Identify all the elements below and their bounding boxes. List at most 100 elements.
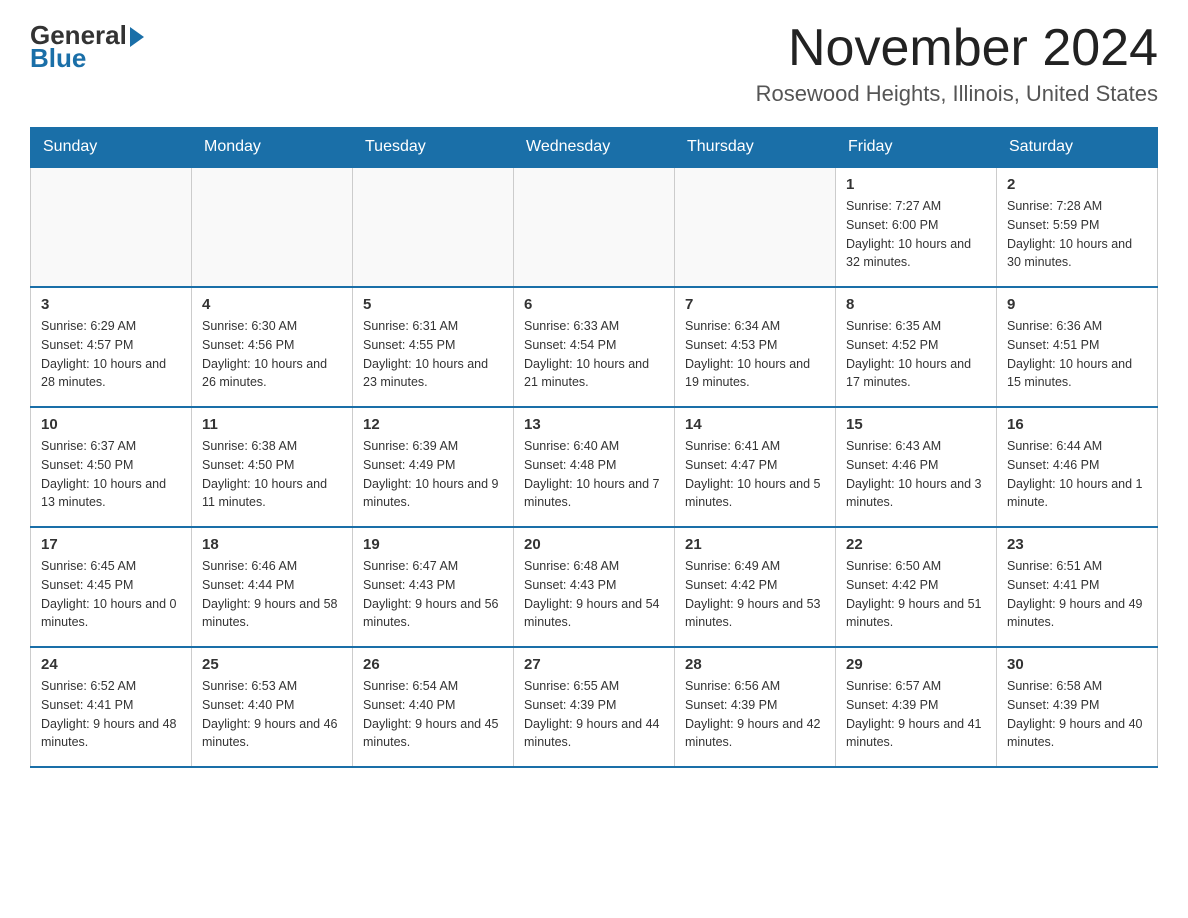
day-info: Sunrise: 6:52 AM Sunset: 4:41 PM Dayligh… <box>41 677 181 752</box>
day-info: Sunrise: 6:38 AM Sunset: 4:50 PM Dayligh… <box>202 437 342 512</box>
calendar-week-4: 17 Sunrise: 6:45 AM Sunset: 4:45 PM Dayli… <box>31 527 1158 647</box>
calendar-cell: 19 Sunrise: 6:47 AM Sunset: 4:43 PM Dayli… <box>353 527 514 647</box>
logo-blue-text: Blue <box>30 43 86 74</box>
calendar-cell: 25Sunrise: 6:53 AM Sunset: 4:40 PM Dayli… <box>192 647 353 767</box>
day-number: 4 <box>202 296 342 313</box>
day-info: Sunrise: 6:54 AM Sunset: 4:40 PM Dayligh… <box>363 677 503 752</box>
day-number: 26 <box>363 656 503 673</box>
calendar-cell: 3Sunrise: 6:29 AM Sunset: 4:57 PM Daylig… <box>31 287 192 407</box>
day-info: Sunrise: 6:56 AM Sunset: 4:39 PM Dayligh… <box>685 677 825 752</box>
day-info: Sunrise: 6:43 AM Sunset: 4:46 PM Dayligh… <box>846 437 986 512</box>
day-number: 2 <box>1007 176 1147 193</box>
calendar-cell: 29 Sunrise: 6:57 AM Sunset: 4:39 PM Dayli… <box>836 647 997 767</box>
calendar-week-3: 10 Sunrise: 6:37 AM Sunset: 4:50 PM Dayli… <box>31 407 1158 527</box>
calendar-cell: 13 Sunrise: 6:40 AM Sunset: 4:48 PM Dayli… <box>514 407 675 527</box>
day-number: 12 <box>363 416 503 433</box>
day-number: 8 <box>846 296 986 313</box>
day-info: Sunrise: 6:30 AM Sunset: 4:56 PM Dayligh… <box>202 317 342 392</box>
weekday-header-friday: Friday <box>836 128 997 168</box>
calendar-cell: 8 Sunrise: 6:35 AM Sunset: 4:52 PM Daylig… <box>836 287 997 407</box>
day-info: Sunrise: 7:28 AM Sunset: 5:59 PM Dayligh… <box>1007 197 1147 272</box>
calendar-cell: 16Sunrise: 6:44 AM Sunset: 4:46 PM Dayli… <box>997 407 1158 527</box>
weekday-header-thursday: Thursday <box>675 128 836 168</box>
calendar-cell <box>192 167 353 287</box>
calendar-cell: 11 Sunrise: 6:38 AM Sunset: 4:50 PM Dayli… <box>192 407 353 527</box>
calendar-week-2: 3Sunrise: 6:29 AM Sunset: 4:57 PM Daylig… <box>31 287 1158 407</box>
day-number: 23 <box>1007 536 1147 553</box>
location-title: Rosewood Heights, Illinois, United State… <box>756 81 1158 107</box>
logo-arrow-icon <box>130 27 144 47</box>
day-info: Sunrise: 6:37 AM Sunset: 4:50 PM Dayligh… <box>41 437 181 512</box>
day-info: Sunrise: 6:36 AM Sunset: 4:51 PM Dayligh… <box>1007 317 1147 392</box>
calendar-cell: 12 Sunrise: 6:39 AM Sunset: 4:49 PM Dayli… <box>353 407 514 527</box>
month-title: November 2024 <box>756 20 1158 77</box>
day-info: Sunrise: 6:40 AM Sunset: 4:48 PM Dayligh… <box>524 437 664 512</box>
calendar-cell: 9 Sunrise: 6:36 AM Sunset: 4:51 PM Daylig… <box>997 287 1158 407</box>
day-info: Sunrise: 6:50 AM Sunset: 4:42 PM Dayligh… <box>846 557 986 632</box>
day-info: Sunrise: 6:48 AM Sunset: 4:43 PM Dayligh… <box>524 557 664 632</box>
day-info: Sunrise: 6:46 AM Sunset: 4:44 PM Dayligh… <box>202 557 342 632</box>
day-number: 21 <box>685 536 825 553</box>
day-number: 17 <box>41 536 181 553</box>
day-number: 19 <box>363 536 503 553</box>
calendar-cell: 6 Sunrise: 6:33 AM Sunset: 4:54 PM Daylig… <box>514 287 675 407</box>
calendar-week-1: 1Sunrise: 7:27 AM Sunset: 6:00 PM Daylig… <box>31 167 1158 287</box>
calendar-cell: 4 Sunrise: 6:30 AM Sunset: 4:56 PM Daylig… <box>192 287 353 407</box>
day-info: Sunrise: 6:39 AM Sunset: 4:49 PM Dayligh… <box>363 437 503 512</box>
day-number: 22 <box>846 536 986 553</box>
day-number: 18 <box>202 536 342 553</box>
day-info: Sunrise: 6:34 AM Sunset: 4:53 PM Dayligh… <box>685 317 825 392</box>
day-number: 28 <box>685 656 825 673</box>
day-info: Sunrise: 6:57 AM Sunset: 4:39 PM Dayligh… <box>846 677 986 752</box>
weekday-header-wednesday: Wednesday <box>514 128 675 168</box>
calendar-cell: 22 Sunrise: 6:50 AM Sunset: 4:42 PM Dayli… <box>836 527 997 647</box>
title-area: November 2024 Rosewood Heights, Illinois… <box>756 20 1158 107</box>
calendar-cell: 10 Sunrise: 6:37 AM Sunset: 4:50 PM Dayli… <box>31 407 192 527</box>
day-number: 5 <box>363 296 503 313</box>
calendar-cell: 20 Sunrise: 6:48 AM Sunset: 4:43 PM Dayli… <box>514 527 675 647</box>
weekday-header-sunday: Sunday <box>31 128 192 168</box>
header: General Blue November 2024 Rosewood Heig… <box>30 20 1158 107</box>
day-info: Sunrise: 6:29 AM Sunset: 4:57 PM Dayligh… <box>41 317 181 392</box>
day-info: Sunrise: 6:45 AM Sunset: 4:45 PM Dayligh… <box>41 557 181 632</box>
calendar-cell: 1Sunrise: 7:27 AM Sunset: 6:00 PM Daylig… <box>836 167 997 287</box>
calendar-cell: 14 Sunrise: 6:41 AM Sunset: 4:47 PM Dayli… <box>675 407 836 527</box>
logo: General Blue <box>30 20 144 74</box>
day-number: 11 <box>202 416 342 433</box>
day-info: Sunrise: 6:51 AM Sunset: 4:41 PM Dayligh… <box>1007 557 1147 632</box>
calendar-cell: 23 Sunrise: 6:51 AM Sunset: 4:41 PM Dayli… <box>997 527 1158 647</box>
day-info: Sunrise: 6:55 AM Sunset: 4:39 PM Dayligh… <box>524 677 664 752</box>
day-number: 7 <box>685 296 825 313</box>
day-number: 14 <box>685 416 825 433</box>
calendar-cell <box>353 167 514 287</box>
calendar-cell: 7 Sunrise: 6:34 AM Sunset: 4:53 PM Daylig… <box>675 287 836 407</box>
day-number: 15 <box>846 416 986 433</box>
day-info: Sunrise: 6:31 AM Sunset: 4:55 PM Dayligh… <box>363 317 503 392</box>
day-number: 9 <box>1007 296 1147 313</box>
day-number: 20 <box>524 536 664 553</box>
calendar-cell: 17 Sunrise: 6:45 AM Sunset: 4:45 PM Dayli… <box>31 527 192 647</box>
calendar-cell: 26 Sunrise: 6:54 AM Sunset: 4:40 PM Dayli… <box>353 647 514 767</box>
day-number: 13 <box>524 416 664 433</box>
calendar-cell: 30Sunrise: 6:58 AM Sunset: 4:39 PM Dayli… <box>997 647 1158 767</box>
day-number: 10 <box>41 416 181 433</box>
day-info: Sunrise: 6:41 AM Sunset: 4:47 PM Dayligh… <box>685 437 825 512</box>
weekday-header-monday: Monday <box>192 128 353 168</box>
day-number: 29 <box>846 656 986 673</box>
day-info: Sunrise: 6:44 AM Sunset: 4:46 PM Dayligh… <box>1007 437 1147 512</box>
day-number: 27 <box>524 656 664 673</box>
day-info: Sunrise: 6:47 AM Sunset: 4:43 PM Dayligh… <box>363 557 503 632</box>
calendar-cell: 21 Sunrise: 6:49 AM Sunset: 4:42 PM Dayli… <box>675 527 836 647</box>
day-info: Sunrise: 6:35 AM Sunset: 4:52 PM Dayligh… <box>846 317 986 392</box>
day-info: Sunrise: 6:33 AM Sunset: 4:54 PM Dayligh… <box>524 317 664 392</box>
calendar-cell <box>675 167 836 287</box>
calendar-cell: 24 Sunrise: 6:52 AM Sunset: 4:41 PM Dayli… <box>31 647 192 767</box>
day-number: 6 <box>524 296 664 313</box>
calendar-cell <box>31 167 192 287</box>
day-info: Sunrise: 6:49 AM Sunset: 4:42 PM Dayligh… <box>685 557 825 632</box>
day-number: 24 <box>41 656 181 673</box>
calendar-header-row: SundayMondayTuesdayWednesdayThursdayFrid… <box>31 128 1158 168</box>
calendar-cell <box>514 167 675 287</box>
calendar-table: SundayMondayTuesdayWednesdayThursdayFrid… <box>30 127 1158 768</box>
calendar-cell: 18 Sunrise: 6:46 AM Sunset: 4:44 PM Dayli… <box>192 527 353 647</box>
